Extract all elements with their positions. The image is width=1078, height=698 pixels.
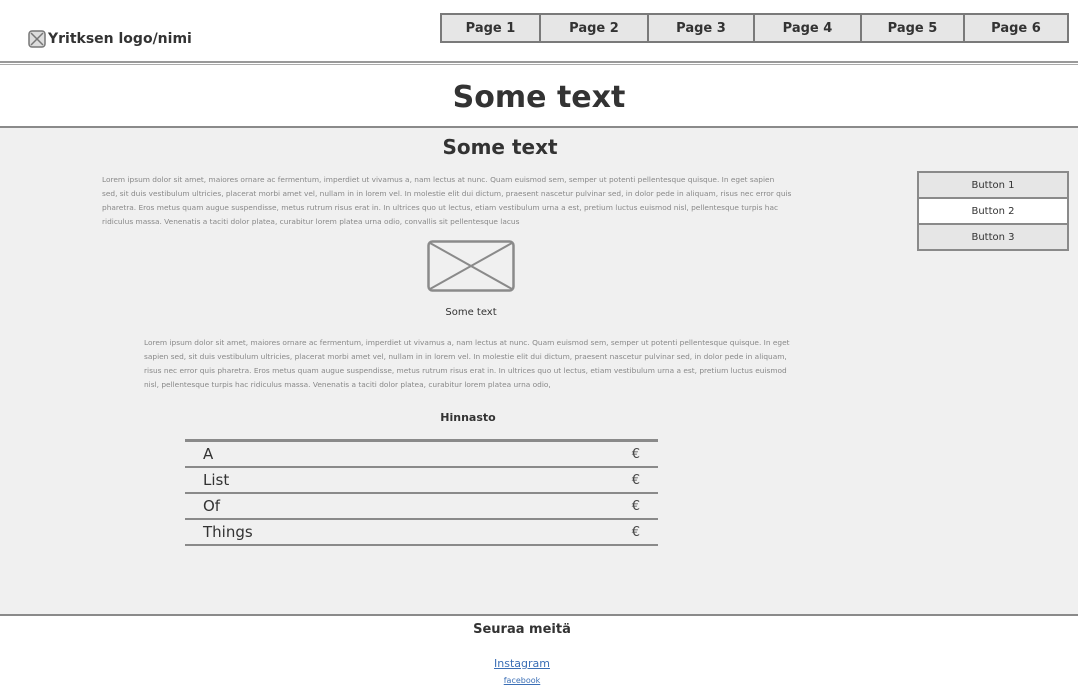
button-3[interactable]: Button 3 — [917, 223, 1069, 251]
instagram-link[interactable]: Instagram — [494, 657, 550, 670]
price-row: List € — [185, 468, 658, 494]
price-row: Things € — [185, 520, 658, 546]
price-item-name: Of — [203, 497, 221, 515]
price-list: A € List € Of € Things € — [185, 439, 658, 546]
price-item-price: € — [631, 446, 640, 462]
logo-text: Yritksen logo/nimi — [48, 31, 192, 47]
instagram-link-wrap: Instagram — [0, 657, 1044, 670]
price-item-name: List — [203, 471, 230, 489]
follow-us-heading: Seuraa meitä — [473, 622, 571, 637]
facebook-link-wrap: facebook — [0, 676, 1044, 685]
button-2[interactable]: Button 2 — [917, 197, 1069, 225]
nav-page-6[interactable]: Page 6 — [963, 13, 1069, 43]
nav-page-1[interactable]: Page 1 — [440, 13, 541, 43]
nav-page-5[interactable]: Page 5 — [860, 13, 965, 43]
price-item-price: € — [631, 524, 640, 540]
price-item-name: Things — [203, 523, 253, 541]
nav-page-3[interactable]: Page 3 — [647, 13, 755, 43]
footer-divider — [0, 614, 1078, 616]
main-nav: Page 1 Page 2 Page 3 Page 4 Page 5 Page … — [440, 13, 1069, 43]
price-item-price: € — [631, 472, 640, 488]
image-placeholder-icon — [427, 240, 515, 292]
nav-page-4[interactable]: Page 4 — [753, 13, 862, 43]
logo-placeholder-icon — [28, 30, 46, 48]
image-caption: Some text — [445, 307, 497, 318]
section-title: Some text — [442, 135, 558, 159]
header-divider — [0, 61, 1078, 65]
price-row: Of € — [185, 494, 658, 520]
price-item-name: A — [203, 445, 214, 463]
page-title: Some text — [452, 80, 626, 115]
price-list-title: Hinnasto — [440, 411, 496, 424]
price-item-price: € — [631, 498, 640, 514]
site-header: Yritksen logo/nimi Page 1 Page 2 Page 3 … — [0, 0, 1078, 62]
side-button-group: Button 1 Button 2 Button 3 — [917, 171, 1069, 251]
logo[interactable]: Yritksen logo/nimi — [28, 30, 192, 48]
facebook-link[interactable]: facebook — [504, 676, 541, 685]
price-row: A € — [185, 442, 658, 468]
nav-page-2[interactable]: Page 2 — [539, 13, 649, 43]
button-1[interactable]: Button 1 — [917, 171, 1069, 199]
body-paragraph: Lorem ipsum dolor sit amet, maiores orna… — [144, 338, 790, 389]
intro-paragraph: Lorem ipsum dolor sit amet, maiores orna… — [102, 175, 792, 226]
